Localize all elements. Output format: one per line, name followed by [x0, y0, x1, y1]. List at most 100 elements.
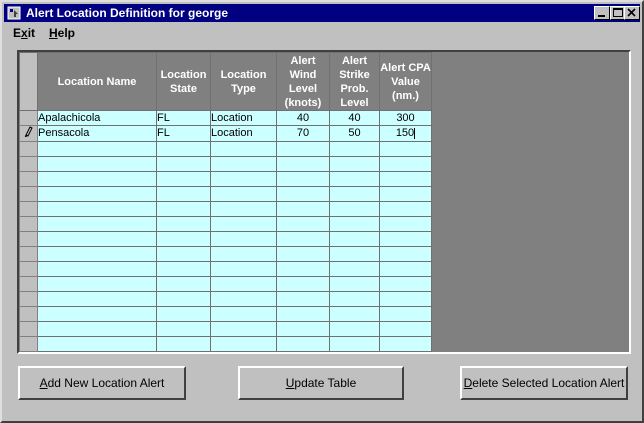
empty-cell[interactable]: [210, 231, 277, 247]
empty-cell[interactable]: [379, 186, 432, 202]
empty-row[interactable]: [19, 336, 432, 352]
table-row[interactable]: Pensacola FL Location 70 50 150: [19, 125, 432, 142]
empty-cell[interactable]: [37, 156, 157, 172]
empty-row[interactable]: [19, 306, 432, 322]
empty-cell[interactable]: [156, 321, 211, 337]
empty-cell[interactable]: [210, 141, 277, 157]
empty-cell[interactable]: [210, 336, 277, 352]
empty-cell[interactable]: [37, 261, 157, 277]
cell-wind-level[interactable]: 40: [276, 110, 330, 126]
minimize-button[interactable]: [594, 6, 610, 20]
menu-exit[interactable]: Exit: [13, 26, 35, 40]
empty-row[interactable]: [19, 261, 432, 277]
empty-cell[interactable]: [210, 186, 277, 202]
empty-cell[interactable]: [210, 216, 277, 232]
empty-cell[interactable]: [379, 201, 432, 217]
row-selector[interactable]: [19, 110, 38, 126]
empty-cell[interactable]: [276, 261, 330, 277]
empty-cell[interactable]: [37, 186, 157, 202]
empty-cell[interactable]: [329, 276, 380, 292]
row-selector[interactable]: [19, 321, 38, 337]
empty-cell[interactable]: [37, 276, 157, 292]
empty-cell[interactable]: [329, 246, 380, 262]
empty-cell[interactable]: [276, 291, 330, 307]
empty-cell[interactable]: [156, 276, 211, 292]
empty-cell[interactable]: [276, 216, 330, 232]
cell-cpa-value[interactable]: 300: [379, 110, 432, 126]
empty-cell[interactable]: [329, 201, 380, 217]
cell-location-name[interactable]: Apalachicola: [37, 110, 157, 126]
delete-location-alert-button[interactable]: Delete Selected Location Alert: [460, 366, 628, 400]
empty-cell[interactable]: [276, 246, 330, 262]
empty-cell[interactable]: [379, 291, 432, 307]
close-button[interactable]: [624, 6, 640, 20]
empty-cell[interactable]: [329, 186, 380, 202]
empty-cell[interactable]: [379, 141, 432, 157]
empty-cell[interactable]: [37, 336, 157, 352]
empty-cell[interactable]: [329, 171, 380, 187]
empty-cell[interactable]: [156, 261, 211, 277]
empty-cell[interactable]: [379, 276, 432, 292]
row-selector[interactable]: [19, 306, 38, 322]
empty-cell[interactable]: [156, 216, 211, 232]
empty-cell[interactable]: [210, 321, 277, 337]
empty-cell[interactable]: [329, 261, 380, 277]
empty-cell[interactable]: [37, 291, 157, 307]
empty-cell[interactable]: [329, 156, 380, 172]
empty-cell[interactable]: [276, 276, 330, 292]
empty-row[interactable]: [19, 201, 432, 217]
empty-cell[interactable]: [156, 246, 211, 262]
empty-cell[interactable]: [276, 336, 330, 352]
empty-cell[interactable]: [379, 321, 432, 337]
empty-cell[interactable]: [37, 321, 157, 337]
empty-cell[interactable]: [379, 306, 432, 322]
cell-location-type[interactable]: Location: [210, 125, 277, 142]
empty-cell[interactable]: [329, 141, 380, 157]
row-selector[interactable]: [19, 141, 38, 157]
empty-cell[interactable]: [379, 171, 432, 187]
empty-cell[interactable]: [329, 336, 380, 352]
cell-wind-level[interactable]: 70: [276, 125, 330, 142]
empty-cell[interactable]: [210, 276, 277, 292]
empty-cell[interactable]: [379, 336, 432, 352]
row-selector[interactable]: [19, 231, 38, 247]
empty-row[interactable]: [19, 141, 432, 157]
empty-cell[interactable]: [37, 231, 157, 247]
empty-cell[interactable]: [276, 171, 330, 187]
table-row[interactable]: Apalachicola FL Location 40 40 300: [19, 110, 432, 126]
empty-cell[interactable]: [37, 201, 157, 217]
title-bar[interactable]: Alert Location Definition for george: [4, 4, 640, 22]
empty-cell[interactable]: [210, 171, 277, 187]
empty-row[interactable]: [19, 321, 432, 337]
empty-cell[interactable]: [156, 171, 211, 187]
cell-location-state[interactable]: FL: [156, 125, 211, 142]
empty-row[interactable]: [19, 186, 432, 202]
row-selector[interactable]: [19, 291, 38, 307]
empty-cell[interactable]: [210, 246, 277, 262]
cell-location-type[interactable]: Location: [210, 110, 277, 126]
cell-strike-prob[interactable]: 50: [329, 125, 380, 142]
empty-row[interactable]: [19, 291, 432, 307]
empty-cell[interactable]: [210, 261, 277, 277]
empty-cell[interactable]: [37, 171, 157, 187]
empty-row[interactable]: [19, 276, 432, 292]
empty-cell[interactable]: [210, 156, 277, 172]
empty-cell[interactable]: [156, 231, 211, 247]
empty-cell[interactable]: [329, 231, 380, 247]
empty-cell[interactable]: [156, 306, 211, 322]
empty-cell[interactable]: [329, 291, 380, 307]
empty-cell[interactable]: [210, 291, 277, 307]
empty-cell[interactable]: [276, 186, 330, 202]
menu-help[interactable]: Help: [49, 26, 75, 40]
row-selector[interactable]: [19, 336, 38, 352]
empty-cell[interactable]: [276, 201, 330, 217]
empty-cell[interactable]: [156, 186, 211, 202]
empty-cell[interactable]: [329, 321, 380, 337]
update-table-button[interactable]: Update Table: [238, 366, 404, 400]
cell-cpa-value[interactable]: 150: [379, 125, 432, 142]
empty-cell[interactable]: [37, 141, 157, 157]
row-header-corner[interactable]: [19, 52, 38, 111]
row-selector[interactable]: [19, 125, 38, 142]
empty-row[interactable]: [19, 171, 432, 187]
empty-row[interactable]: [19, 216, 432, 232]
